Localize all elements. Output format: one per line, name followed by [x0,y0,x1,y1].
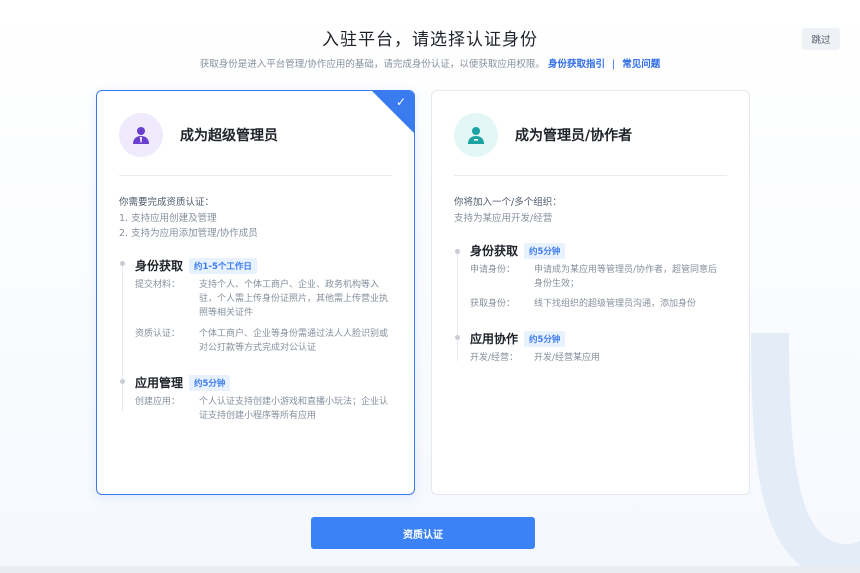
subtitle-text: 获取身份是进入平台管理/协作应用的基础，请完成身份认证，以便获取应用权限。 [199,59,545,70]
detail-value: 支持个人、个体工商户、企业、政务机构等入驻，个人需上传身份证照片，其他需上传营业… [199,280,389,318]
detail-value: 线下找组织的超级管理员沟通，添加身份 [534,299,697,309]
timeline-dot [120,261,125,266]
requirement-title: 你将加入一个/多个组织： [454,197,562,208]
collaborator-user-icon [454,113,498,157]
super-admin-card[interactable]: ✓ 成为超级管理员 你需要完成资质认证： 1. 支持应用创建及管理 2. 支持为… [96,90,415,495]
duration-tag: 约5分钟 [524,242,566,259]
detail-key: 提交材料： [135,280,181,290]
detail-value: 个体工商户、企业等身份需通过法人人脸识别或对公打款等方式完成对公认证 [199,329,389,353]
selected-corner [371,91,414,134]
skip-button[interactable]: 跳过 [802,28,840,50]
card-title: 成为超级管理员 [180,128,278,144]
detail-value: 开发/经营某应用 [534,353,601,363]
step-name: 应用管理 [135,376,184,390]
requirement-item: 2. 支持为应用添加管理/协作成员 [119,228,258,239]
detail-row: 获取身份： 线下找组织的超级管理员沟通，添加身份 [470,297,724,311]
step-title: 身份获取 约1-5个工作日 [135,257,257,274]
detail-key: 创建应用： [135,397,181,407]
duration-tag: 约5分钟 [524,330,566,347]
requirement-item: 1. 支持应用创建及管理 [119,213,217,224]
step-title: 应用协作 约5分钟 [470,330,566,347]
detail-key: 申请身份： [470,265,516,275]
detail-value: 个人认证支持创建小游戏和直播小玩法；企业认证支持创建小程序等所有应用 [199,397,389,421]
link-separator: | [612,59,616,70]
divider [119,175,392,176]
timeline-dot [455,335,460,340]
page-title: 入驻平台，请选择认证身份 [322,30,538,50]
step-name: 应用协作 [470,332,519,346]
timeline-line [457,251,458,361]
detail-row: 申请身份： 申请成为某应用等管理员/协作者，超管同意后身份生效； [470,263,724,291]
check-icon: ✓ [395,95,406,109]
detail-value: 申请成为某应用等管理员/协作者，超管同意后身份生效； [534,265,718,289]
detail-key: 开发/经营： [470,353,519,363]
collaborator-card[interactable]: 成为管理员/协作者 你将加入一个/多个组织： 支持为某应用开发/经营 身份获取 … [431,90,750,495]
step-title: 身份获取 约5分钟 [470,242,566,259]
detail-row: 创建应用： 个人认证支持创建小游戏和直播小玩法；企业认证支持创建小程序等所有应用 [135,395,389,423]
detail-key: 资质认证： [135,329,181,339]
divider [454,175,727,176]
duration-tag: 约5分钟 [189,374,231,391]
card-title: 成为管理员/协作者 [515,128,633,144]
timeline-line [122,261,123,411]
detail-row: 开发/经营： 开发/经营某应用 [470,351,724,365]
detail-row: 提交材料： 支持个人、个体工商户、企业、政务机构等入驻，个人需上传身份证照片，其… [135,278,389,320]
requirement-item: 支持为某应用开发/经营 [454,213,553,224]
qualification-certify-button[interactable]: 资质认证 [311,517,535,549]
step-title: 应用管理 约5分钟 [135,374,231,391]
bottom-bar [0,566,860,573]
detail-row: 资质认证： 个体工商户、企业等身份需通过法人人脸识别或对公打款等方式完成对公认证 [135,327,389,355]
requirement-title: 你需要完成资质认证： [119,197,215,208]
timeline-dot [120,379,125,384]
page-subtitle: 获取身份是进入平台管理/协作应用的基础，请完成身份认证，以便获取应用权限。 身份… [0,56,860,70]
identity-guide-link[interactable]: 身份获取指引 [548,59,605,70]
step-name: 身份获取 [135,259,184,273]
duration-tag: 约1-5个工作日 [189,257,257,274]
admin-user-icon [119,113,163,157]
detail-key: 获取身份： [470,299,516,309]
step-name: 身份获取 [470,244,519,258]
timeline-dot [455,249,460,254]
faq-link[interactable]: 常见问题 [622,59,660,70]
